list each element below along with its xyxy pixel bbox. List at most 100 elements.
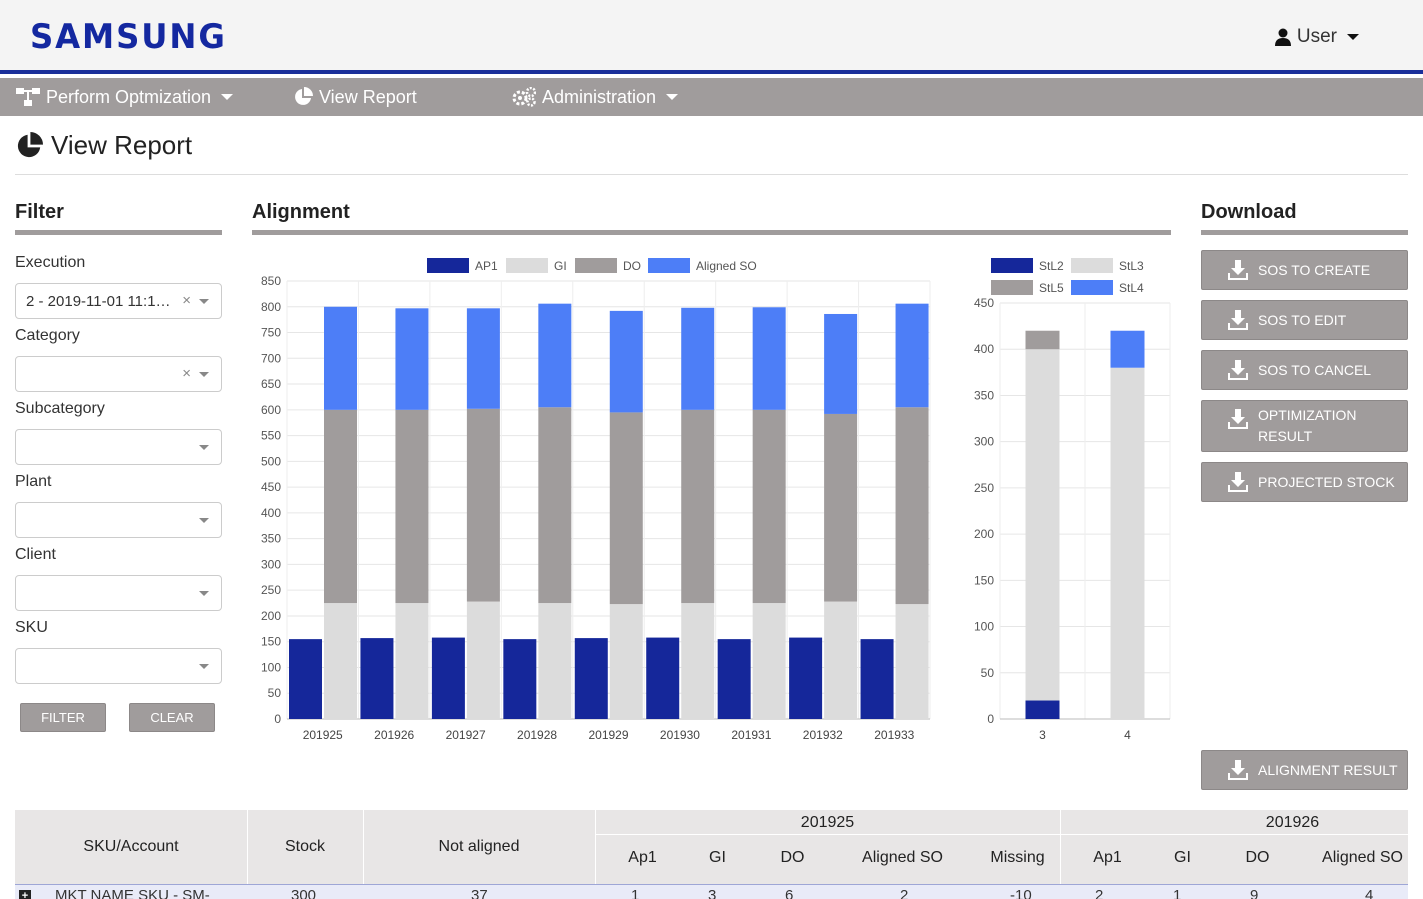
pie-chart-icon xyxy=(295,87,313,105)
y-tick-label: 250 xyxy=(261,583,281,597)
th-stock[interactable]: Stock xyxy=(247,838,363,856)
optimization-result-button[interactable]: OPTIMIZATION RESULT xyxy=(1201,400,1408,452)
category-select[interactable]: × xyxy=(15,356,222,392)
th-missing[interactable]: Missing xyxy=(975,849,1060,867)
th-ap1[interactable]: Ap1 xyxy=(1070,849,1145,867)
x-tick-label: 201926 xyxy=(374,728,414,742)
legend-label: StL4 xyxy=(1119,281,1144,295)
sos-to-edit-button[interactable]: SOS TO EDIT xyxy=(1201,300,1408,340)
chevron-down-icon xyxy=(199,518,209,523)
expand-icon[interactable]: + xyxy=(19,890,31,899)
cell-ap1: 2 xyxy=(1095,887,1104,899)
bar-stl2 xyxy=(1025,700,1060,719)
x-tick-label: 201925 xyxy=(303,728,343,742)
x-tick-label: 201929 xyxy=(588,728,628,742)
bar-gi xyxy=(466,601,500,719)
subcategory-select[interactable] xyxy=(15,429,222,465)
alignment-chart: 0 50 100 150 200 250 300 350 400 450 500 550 600 650 7… xyxy=(261,258,931,742)
legend-label: AP1 xyxy=(475,259,498,273)
legend-swatch xyxy=(427,258,469,273)
clear-button[interactable]: CLEAR xyxy=(129,703,215,732)
th-aligned-so[interactable]: Aligned SO xyxy=(1305,849,1408,867)
th-sku-account[interactable]: SKU/Account xyxy=(15,838,247,856)
user-menu[interactable]: User xyxy=(1274,26,1359,48)
bar-gi xyxy=(752,603,786,719)
th-aligned-so[interactable]: Aligned SO xyxy=(845,849,960,867)
bar-stl5 xyxy=(1025,330,1060,350)
gears-icon xyxy=(512,87,536,107)
sitemap-icon xyxy=(16,88,40,106)
y-tick-label: 150 xyxy=(261,635,281,649)
client-label: Client xyxy=(15,546,56,563)
sku-select[interactable] xyxy=(15,648,222,684)
button-label: ALIGNMENT RESULT xyxy=(1258,761,1398,778)
bar-aligned-so xyxy=(681,307,715,410)
button-label: OPTIMIZATION RESULT xyxy=(1258,407,1357,444)
bar-aligned-so xyxy=(466,308,500,409)
x-tick-label: 3 xyxy=(1039,728,1046,742)
alignment-heading: Alignment xyxy=(252,201,1171,235)
plant-select[interactable] xyxy=(15,502,222,538)
x-tick-label: 201933 xyxy=(874,728,914,742)
th-gi[interactable]: GI xyxy=(1145,849,1220,867)
y-tick-label: 50 xyxy=(981,666,995,680)
x-tick-label: 201928 xyxy=(517,728,557,742)
divider xyxy=(15,174,1408,175)
projected-stock-button[interactable]: PROJECTED STOCK xyxy=(1201,462,1408,502)
samsung-logo: SAMSUNG xyxy=(30,17,227,57)
sos-to-create-button[interactable]: SOS TO CREATE xyxy=(1201,250,1408,290)
sos-to-cancel-button[interactable]: SOS TO CANCEL xyxy=(1201,350,1408,390)
y-tick-label: 200 xyxy=(974,527,994,541)
app-header: SAMSUNG User xyxy=(0,0,1423,74)
y-tick-label: 350 xyxy=(974,388,994,402)
legend-label: GI xyxy=(554,259,567,273)
y-tick-label: 750 xyxy=(261,326,281,340)
bar-stl3 xyxy=(1025,349,1060,719)
button-label: SOS TO CREATE xyxy=(1258,261,1371,278)
bar-stl3 xyxy=(1110,367,1145,719)
y-tick-label: 400 xyxy=(974,342,994,356)
nav-administration[interactable]: Administration xyxy=(512,78,679,116)
y-tick-label: 450 xyxy=(974,296,994,310)
table-row[interactable]: + MKT NAME SKU - SM- 300 37 1 3 6 2 -10 … xyxy=(15,884,1408,899)
th-period: 201926 xyxy=(1265,814,1320,831)
legend-swatch xyxy=(506,258,548,273)
filter-button[interactable]: FILTER xyxy=(20,703,106,732)
th-ap1[interactable]: Ap1 xyxy=(605,849,680,867)
legend-swatch xyxy=(648,258,690,273)
chevron-down-icon xyxy=(199,664,209,669)
execution-select[interactable]: 2 - 2019-11-01 11:1… × xyxy=(15,283,222,319)
nav-label: Administration xyxy=(542,86,657,107)
cell-missing: -10 xyxy=(1010,887,1032,899)
cell-ap1: 1 xyxy=(631,887,640,899)
th-do[interactable]: DO xyxy=(1220,849,1295,867)
th-do[interactable]: DO xyxy=(755,849,830,867)
bar-gi xyxy=(824,601,858,719)
bar-aligned-so xyxy=(752,307,786,410)
th-gi[interactable]: GI xyxy=(680,849,755,867)
nav-label: View Report xyxy=(319,86,417,107)
cell-sku: MKT NAME SKU - SM- xyxy=(55,887,210,899)
client-select[interactable] xyxy=(15,575,222,611)
bar-aligned-so xyxy=(895,303,929,408)
clear-icon[interactable]: × xyxy=(182,292,191,309)
alignment-result-button[interactable]: ALIGNMENT RESULT xyxy=(1201,750,1408,790)
clear-icon[interactable]: × xyxy=(182,365,191,382)
nav-perform-optimization[interactable]: Perform Optmization xyxy=(16,78,234,116)
bar-gi xyxy=(681,603,715,719)
th-not-aligned[interactable]: Not aligned xyxy=(363,838,595,856)
legend-swatch xyxy=(991,280,1033,295)
download-icon xyxy=(1228,409,1248,429)
x-tick-label: 4 xyxy=(1124,728,1131,742)
chevron-down-icon xyxy=(199,591,209,596)
button-label: PROJECTED STOCK xyxy=(1258,473,1395,490)
bar-do xyxy=(752,409,786,604)
nav-view-report[interactable]: View Report xyxy=(293,78,417,116)
y-tick-label: 350 xyxy=(261,532,281,546)
download-icon xyxy=(1228,360,1248,380)
cell-aligned-so: 4 xyxy=(1365,887,1374,899)
plant-label: Plant xyxy=(15,473,52,490)
cell-not-aligned: 37 xyxy=(471,887,488,899)
legend-swatch xyxy=(1071,280,1113,295)
y-tick-label: 0 xyxy=(274,712,281,726)
